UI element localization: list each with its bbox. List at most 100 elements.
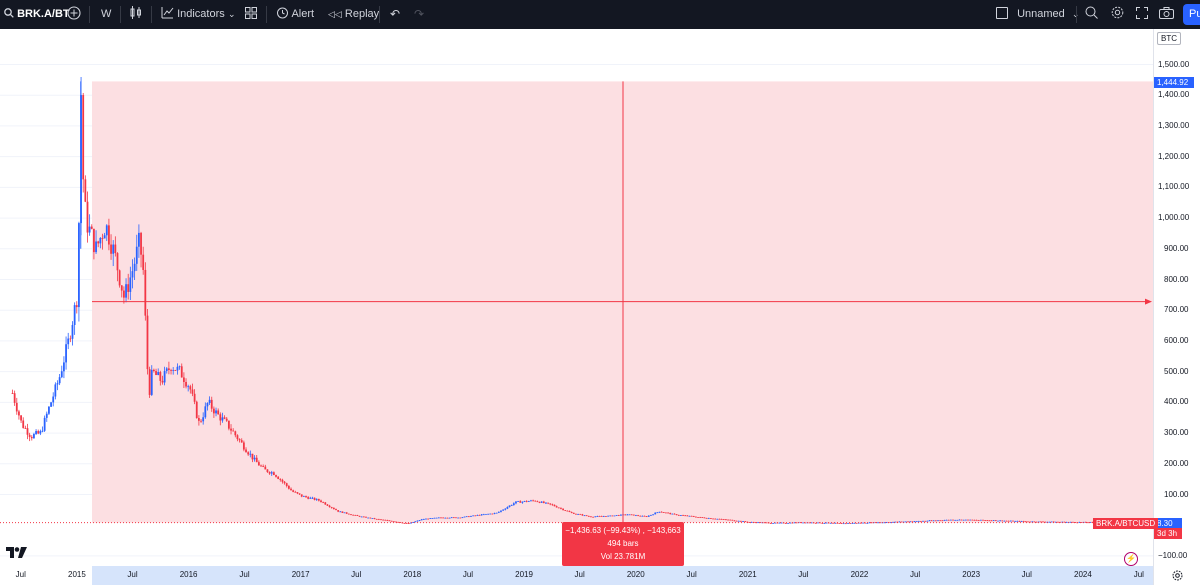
redo-icon: ↷ xyxy=(414,7,425,21)
candle-body xyxy=(632,514,635,516)
candle-body xyxy=(215,410,217,414)
candle-body xyxy=(545,502,547,504)
candle-body xyxy=(260,465,262,467)
layouts-button[interactable] xyxy=(245,0,257,29)
candle-body xyxy=(422,519,425,520)
toolbar-divider xyxy=(266,6,267,23)
candle-body xyxy=(78,223,80,308)
candle-body xyxy=(69,338,72,340)
candle-body xyxy=(639,515,642,517)
candle-body xyxy=(977,520,980,521)
candle-body xyxy=(352,514,355,516)
candle-body xyxy=(95,241,97,253)
candle-body xyxy=(324,502,327,505)
candle-body xyxy=(144,269,147,316)
tradingview-logo[interactable] xyxy=(6,546,28,564)
candle-body xyxy=(802,522,804,524)
price-tick-label: 1,300.00 xyxy=(1158,120,1190,130)
candle-body xyxy=(73,305,76,325)
candle-body xyxy=(420,519,423,521)
candle-body xyxy=(555,506,558,508)
price-tick-label: 1,200.00 xyxy=(1158,151,1190,161)
candle-body xyxy=(189,386,192,390)
candle-body xyxy=(602,516,605,517)
candle-body xyxy=(360,516,363,518)
candle-body xyxy=(714,518,717,520)
compare-button[interactable] xyxy=(67,0,81,29)
candle-body xyxy=(504,508,507,510)
undo-icon: ↶ xyxy=(390,7,401,21)
candle-body xyxy=(138,232,140,247)
replay-button[interactable]: ◁◁ Replay xyxy=(328,0,379,29)
price-chart[interactable] xyxy=(0,29,1153,566)
indicators-label: Indicators xyxy=(177,8,225,20)
candle-body xyxy=(1016,520,1019,522)
candle-body xyxy=(375,518,378,520)
quick-search-button[interactable] xyxy=(1085,0,1098,29)
candle-body xyxy=(384,519,387,521)
candle-body xyxy=(176,366,179,371)
candle-body xyxy=(414,521,417,523)
candle-body xyxy=(88,226,91,233)
candle-body xyxy=(485,513,487,515)
chart-type-button[interactable] xyxy=(130,0,142,29)
candle-body xyxy=(43,417,46,431)
candle-body xyxy=(862,522,864,524)
candle-body xyxy=(412,522,415,523)
candle-body xyxy=(913,521,916,523)
candle-body xyxy=(217,410,220,415)
interval-button[interactable]: W xyxy=(101,0,111,29)
indicators-button[interactable]: Indicators xyxy=(161,0,225,29)
candle-body xyxy=(727,519,729,521)
candle-body xyxy=(742,521,744,523)
undo-button[interactable]: ↶ xyxy=(390,0,400,29)
candle-body xyxy=(281,479,284,482)
candle-body xyxy=(527,501,530,502)
candle-body xyxy=(932,520,935,522)
alarm-clock-icon xyxy=(277,7,288,19)
time-axis[interactable]: Jul 2015 Jul 2016 Jul 2017 Jul 2018 Jul 2019 Jul 20… xyxy=(0,566,1153,585)
candle-body xyxy=(343,512,346,514)
settings-button[interactable] xyxy=(1111,0,1124,29)
candle-body xyxy=(832,522,834,524)
candle-body xyxy=(63,362,65,372)
candle-body xyxy=(206,403,209,407)
candle-body xyxy=(675,514,678,516)
currency-label[interactable]: BTC xyxy=(1157,32,1181,45)
candle-body xyxy=(455,517,457,519)
candle-body xyxy=(75,305,78,308)
time-tick-label: 2022 xyxy=(850,570,869,579)
candle-body xyxy=(82,95,85,180)
candle-body xyxy=(287,486,290,489)
candle-body xyxy=(703,517,706,519)
candle-body xyxy=(620,514,622,516)
publish-button[interactable]: Pu xyxy=(1183,4,1200,25)
candle-body xyxy=(990,520,993,522)
price-axis[interactable]: BTC 1,500.00 1,400.00 1,300.00 1,200.00 1,10… xyxy=(1153,29,1200,566)
snapshot-button[interactable] xyxy=(1159,0,1174,29)
lightning-button[interactable]: ⚡ xyxy=(1124,552,1138,566)
redo-button[interactable]: ↷ xyxy=(414,0,424,29)
price-tick-label: 900.00 xyxy=(1164,243,1189,253)
candle-body xyxy=(482,514,485,516)
alert-button[interactable]: Alert xyxy=(276,0,314,29)
fullscreen-button[interactable] xyxy=(1136,0,1148,29)
axis-settings-corner[interactable] xyxy=(1153,566,1200,585)
layout-select[interactable]: Unnamed ⌄ xyxy=(996,0,1079,29)
candle-body xyxy=(594,516,597,518)
candle-body xyxy=(964,519,967,521)
candle-body xyxy=(354,514,357,516)
candle-body xyxy=(849,523,852,524)
candle-body xyxy=(345,512,348,514)
price-tick-label: 500.00 xyxy=(1164,366,1189,376)
indicators-icon xyxy=(161,7,174,19)
time-tick-label: Jul xyxy=(686,570,697,579)
indicators-dropdown[interactable]: ⌄ xyxy=(228,0,236,29)
candle-body xyxy=(208,399,211,404)
candle-body xyxy=(309,497,312,499)
symbol-search[interactable]: BRK.A/BT xyxy=(4,0,70,29)
price-tick-label: −100.00 xyxy=(1158,550,1188,560)
candle-body xyxy=(225,418,228,421)
time-tick-label: 2023 xyxy=(962,570,981,579)
candle-body xyxy=(947,519,950,521)
